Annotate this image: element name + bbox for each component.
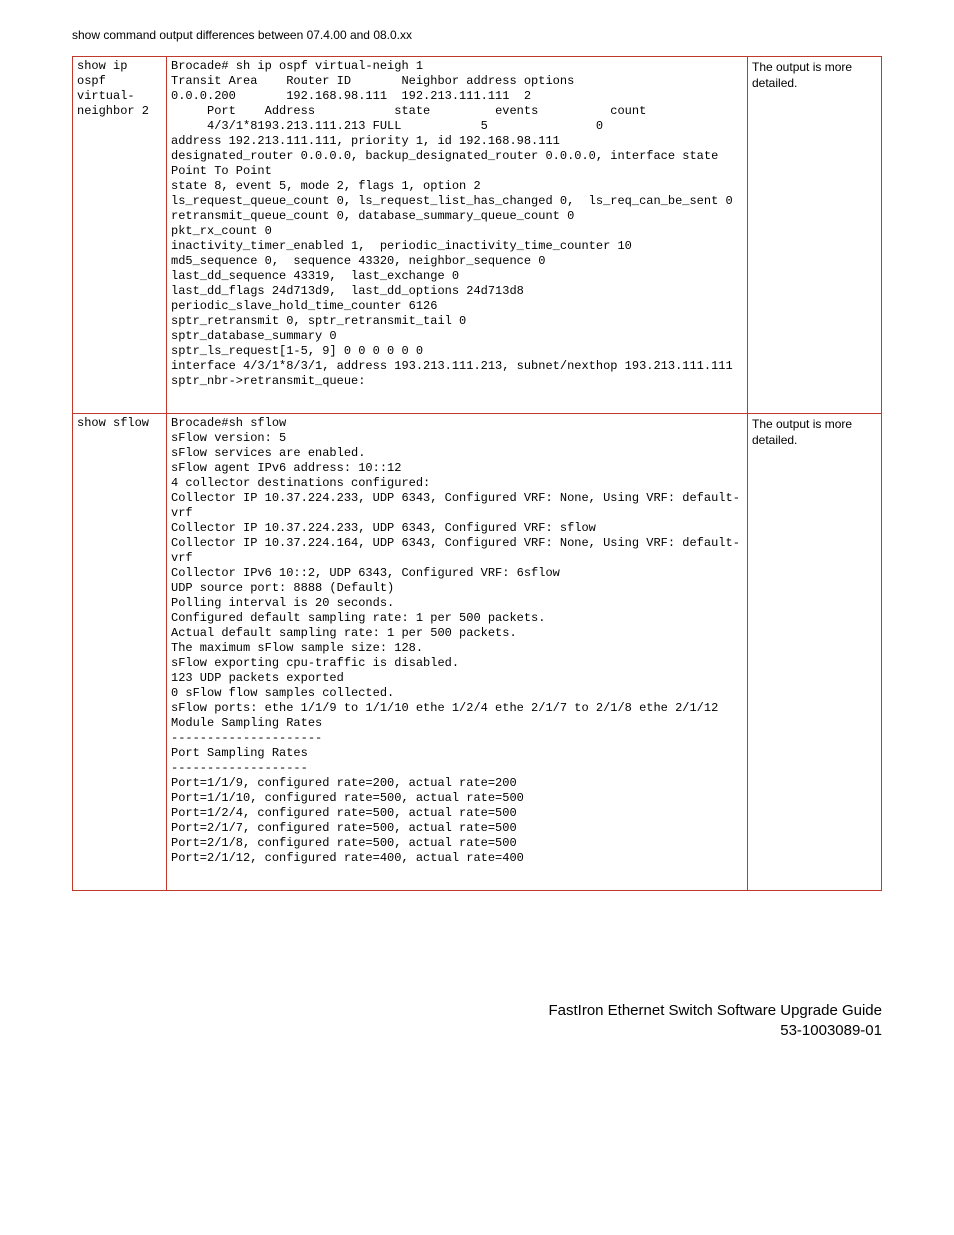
- output-diff-table: show ip ospf virtual-neighbor 2 Brocade#…: [72, 56, 882, 891]
- note-cell: The output is more detailed.: [748, 57, 882, 414]
- command-cell: show ip ospf virtual-neighbor 2: [73, 57, 167, 414]
- footer-partno: 53-1003089-01: [72, 1021, 882, 1041]
- output-cell: Brocade# sh ip ospf virtual-neigh 1 Tran…: [167, 57, 748, 414]
- footer-title: FastIron Ethernet Switch Software Upgrad…: [72, 1001, 882, 1021]
- note-cell: The output is more detailed.: [748, 414, 882, 891]
- output-cell: Brocade#sh sflow sFlow version: 5 sFlow …: [167, 414, 748, 891]
- page-footer: FastIron Ethernet Switch Software Upgrad…: [72, 1001, 882, 1042]
- table-row: show sflow Brocade#sh sflow sFlow versio…: [73, 414, 882, 891]
- table-row: show ip ospf virtual-neighbor 2 Brocade#…: [73, 57, 882, 414]
- section-heading: show command output differences between …: [72, 28, 882, 42]
- command-cell: show sflow: [73, 414, 167, 891]
